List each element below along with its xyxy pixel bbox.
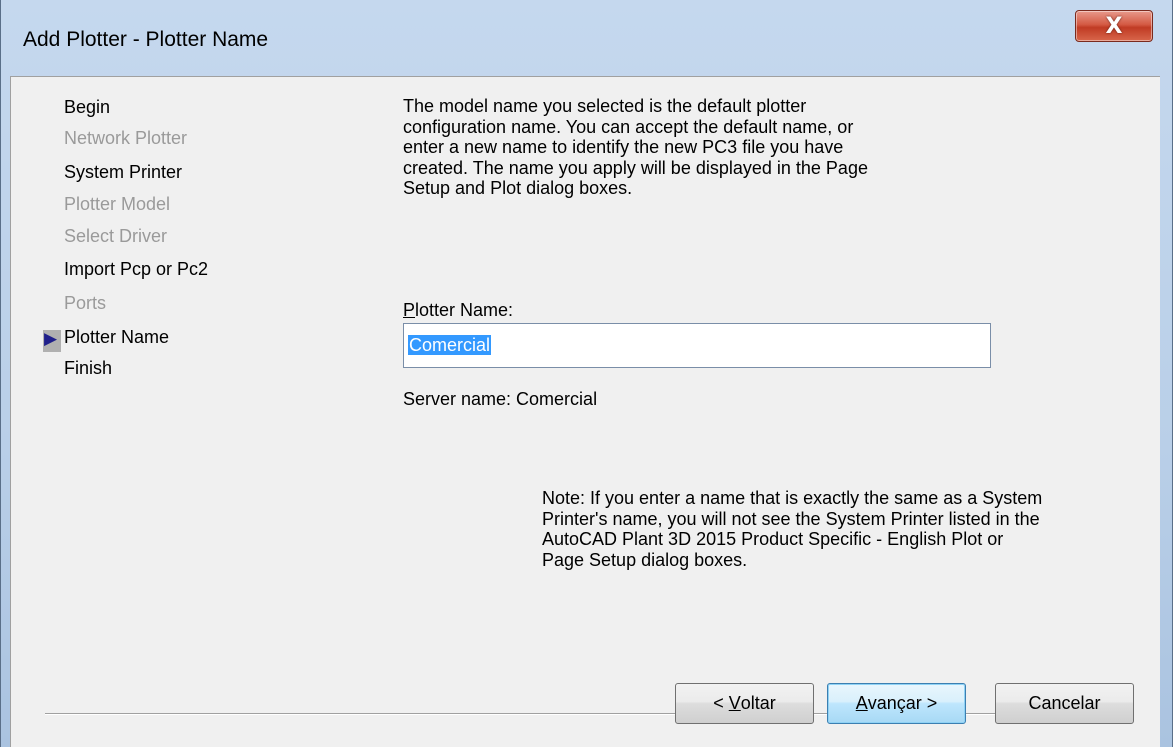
step-network-plotter: Network Plotter	[64, 128, 188, 148]
close-icon: X	[1105, 13, 1123, 39]
cancel-button-label: Cancelar	[1028, 693, 1101, 713]
plotter-name-value: Comercial	[408, 335, 492, 355]
cancel-button[interactable]: Cancelar	[995, 683, 1134, 724]
plotter-name-input[interactable]: Comercial	[403, 323, 991, 368]
note-line: Printer's name, you will not see the Sys…	[542, 508, 1040, 529]
plotter-name-label-rest: lotter Name:	[415, 300, 514, 320]
description-line: configuration name. You can accept the d…	[403, 116, 854, 137]
description-line: The model name you selected is the defau…	[403, 96, 807, 116]
back-button-rest: oltar	[740, 693, 776, 713]
back-button-mnemonic: V	[728, 693, 741, 713]
server-name-text: Server name: Comercial	[403, 389, 598, 409]
step-plotter-model: Plotter Model	[64, 194, 171, 214]
next-button[interactable]: Avançar >	[827, 683, 966, 724]
note-text: Note: If you enter a name that is exactl…	[542, 488, 1132, 570]
next-button-mnemonic: A	[855, 693, 868, 713]
description-line: enter a new name to identify the new PC3…	[403, 137, 844, 157]
close-button[interactable]: X	[1075, 10, 1153, 42]
button-separator	[45, 713, 1129, 715]
step-system-printer: System Printer	[64, 162, 183, 182]
description-line: Setup and Plot dialog boxes.	[403, 178, 633, 198]
step-finish: Finish	[64, 358, 113, 378]
next-button-rest: vançar >	[867, 693, 938, 713]
description-text: The model name you selected is the defau…	[403, 96, 963, 199]
step-plotter-name: Plotter Name	[64, 327, 170, 347]
plotter-name-label: Plotter Name:	[403, 300, 513, 321]
note-line: Page Setup dialog boxes.	[542, 549, 748, 570]
step-import-pcp-or-pc2: Import Pcp or Pc2	[64, 259, 209, 279]
current-step-arrow-icon: ▶	[44, 329, 58, 349]
window-title: Add Plotter - Plotter Name	[23, 28, 269, 51]
note-line: AutoCAD Plant 3D 2015 Product Specific -…	[542, 529, 1004, 549]
step-ports: Ports	[64, 293, 107, 313]
note-line: Note: If you enter a name that is exactl…	[542, 488, 1043, 508]
title-bar[interactable]: Add Plotter - Plotter Name X	[1, 0, 1173, 76]
step-begin: Begin	[64, 97, 111, 117]
description-line: created. The name you apply will be disp…	[403, 157, 868, 178]
back-button-prefix: <	[713, 693, 729, 713]
plotter-name-mnemonic: P	[403, 300, 416, 320]
step-select-driver: Select Driver	[64, 226, 168, 246]
back-button[interactable]: < Voltar	[675, 683, 814, 724]
